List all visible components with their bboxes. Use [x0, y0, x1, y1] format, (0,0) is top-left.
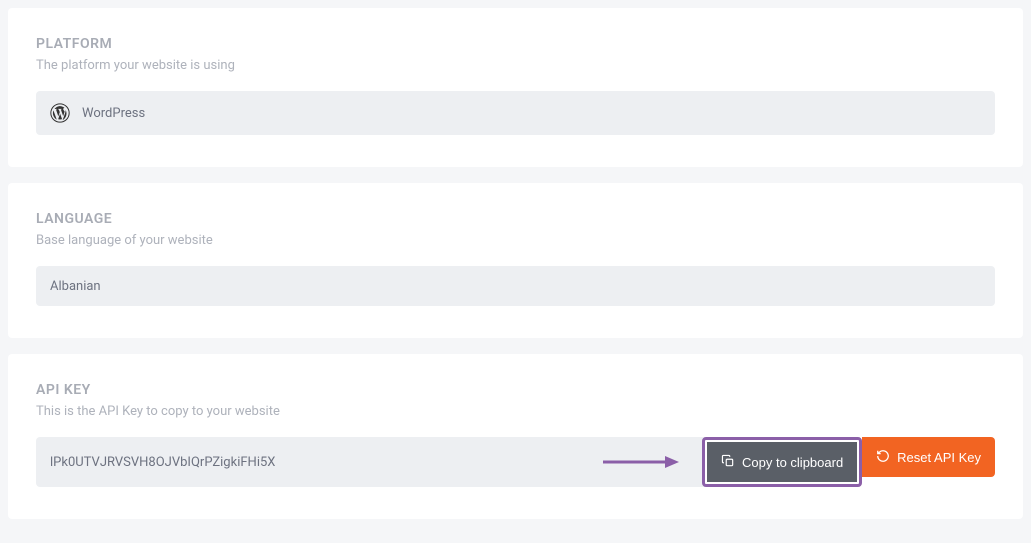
language-field: Albanian: [36, 266, 995, 306]
apikey-subtitle: This is the API Key to copy to your webs…: [36, 404, 995, 419]
apikey-row: lPk0UTVJRVSVH8OJVbIQrPZigkiFHi5X Copy to…: [36, 437, 995, 487]
copy-button-label: Copy to clipboard: [742, 455, 843, 470]
language-card: LANGUAGE Base language of your website A…: [8, 183, 1023, 338]
language-title: LANGUAGE: [36, 211, 995, 227]
platform-card: PLATFORM The platform your website is us…: [8, 8, 1023, 167]
platform-value: WordPress: [82, 106, 145, 121]
apikey-title: API KEY: [36, 382, 995, 398]
platform-field: WordPress: [36, 91, 995, 135]
wordpress-icon: [50, 103, 70, 123]
platform-title: PLATFORM: [36, 36, 995, 52]
reset-button-label: Reset API Key: [897, 450, 981, 465]
apikey-card: API KEY This is the API Key to copy to y…: [8, 354, 1023, 519]
copy-button-highlight: Copy to clipboard: [702, 437, 862, 487]
copy-to-clipboard-button[interactable]: Copy to clipboard: [707, 442, 857, 482]
annotation-arrow: [275, 454, 691, 470]
apikey-field: lPk0UTVJRVSVH8OJVbIQrPZigkiFHi5X: [36, 437, 705, 487]
platform-subtitle: The platform your website is using: [36, 58, 995, 73]
language-subtitle: Base language of your website: [36, 233, 995, 248]
copy-icon: [721, 454, 735, 471]
reset-api-key-button[interactable]: Reset API Key: [862, 437, 995, 477]
reset-icon: [876, 449, 890, 466]
language-value: Albanian: [50, 279, 101, 294]
apikey-value: lPk0UTVJRVSVH8OJVbIQrPZigkiFHi5X: [50, 455, 275, 470]
